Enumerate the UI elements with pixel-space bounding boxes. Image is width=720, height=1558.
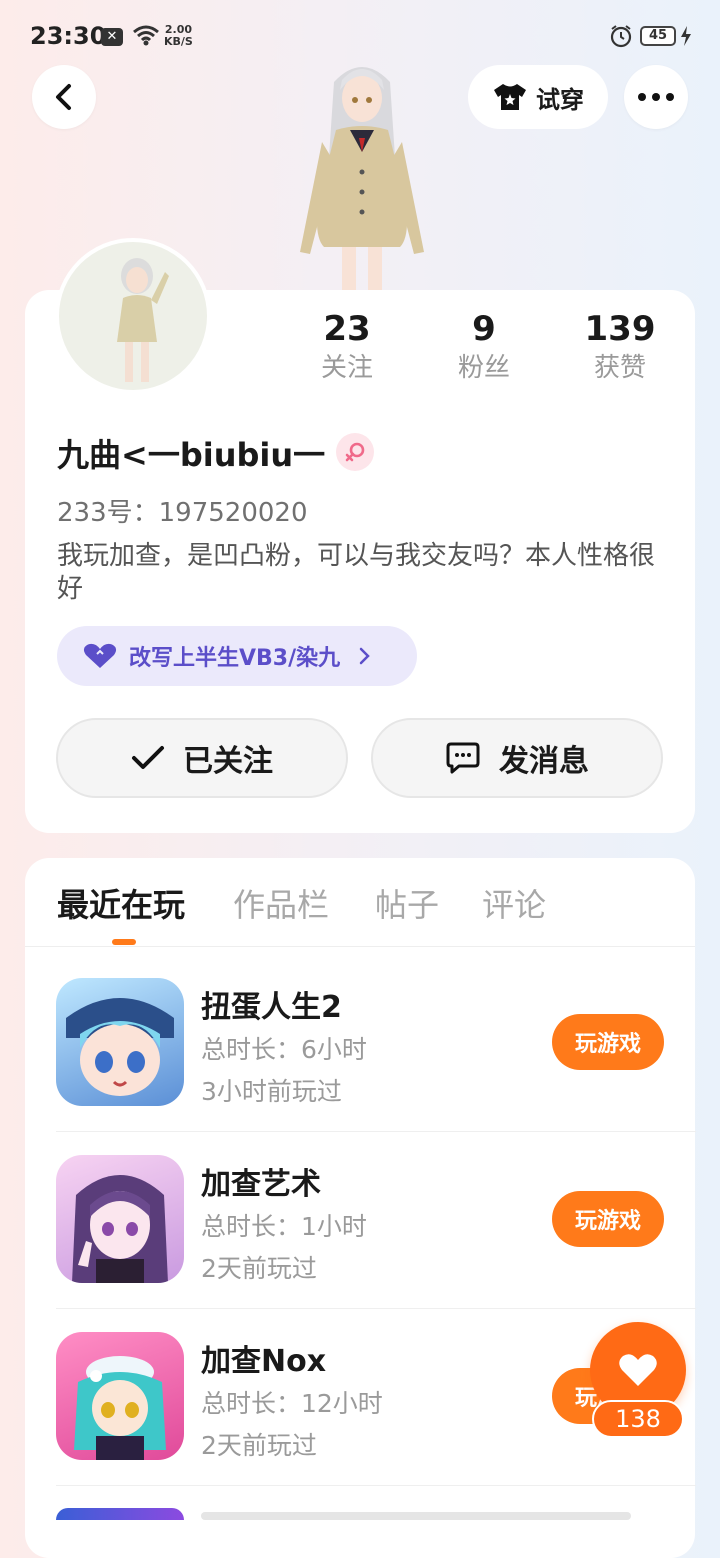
game-last-played: 2天前玩过 <box>201 1254 317 1283</box>
stat-followers-value: 9 <box>472 309 496 349</box>
stat-likes-label: 获赞 <box>593 353 646 383</box>
chevron-right-icon <box>359 647 370 665</box>
game-name: 扭蛋人生2 <box>201 990 342 1025</box>
character-figure <box>300 67 424 292</box>
back-button[interactable] <box>32 65 96 129</box>
network-speed: 2.00 KB/S <box>164 24 193 48</box>
stat-following-label: 关注 <box>320 353 373 383</box>
try-on-label: 试穿 <box>536 85 584 114</box>
status-time: 23:30 <box>30 22 107 50</box>
tab-works[interactable]: 作品栏 <box>233 880 329 926</box>
stat-following-value: 23 <box>323 309 371 349</box>
play-game-button[interactable]: 玩游戏 <box>552 1014 664 1070</box>
row-divider <box>56 1485 696 1486</box>
charging-icon <box>681 26 691 46</box>
profile-stats: 23 关注 9 粉丝 139 获赞 <box>300 308 690 398</box>
stat-followers-label: 粉丝 <box>457 353 510 383</box>
tab-divider <box>25 946 695 947</box>
avatar-figure-icon <box>117 258 169 382</box>
stat-followers[interactable]: 9 粉丝 <box>424 308 544 386</box>
game-name: 加查艺术 <box>201 1167 321 1202</box>
game-last-played: 3小时前玩过 <box>201 1077 342 1106</box>
game-icon[interactable] <box>56 1332 184 1460</box>
user-id: 233号：197520020 <box>57 498 308 528</box>
back-icon <box>56 84 71 110</box>
list-item-game[interactable]: 加查艺术 总时长：1小时 2天前玩过 玩游戏 <box>56 1155 696 1309</box>
heart-icon <box>619 1354 657 1386</box>
tshirt-icon <box>494 84 526 110</box>
game-total-time: 总时长：6小时 <box>201 1035 367 1064</box>
like-count: 138 <box>592 1400 684 1438</box>
heart-icon <box>83 643 117 668</box>
tab-comments[interactable]: 评论 <box>482 880 546 926</box>
relationship-tag-label: 改写上半生VB3/染九 <box>129 646 341 671</box>
game-name: 加查Nox <box>201 1344 327 1379</box>
row-divider <box>56 1308 696 1309</box>
avatar[interactable] <box>55 238 211 394</box>
stat-likes-value: 139 <box>584 309 656 349</box>
female-gender-icon <box>336 433 374 471</box>
user-bio: 我玩加查，是凹凸粉，可以与我交友吗？本人性格很好 <box>57 541 656 604</box>
stat-likes[interactable]: 139 获赞 <box>560 308 680 386</box>
tab-posts[interactable]: 帖子 <box>375 880 439 926</box>
game-name-placeholder <box>201 1512 631 1520</box>
game-icon[interactable] <box>56 978 184 1106</box>
username: 九曲<一biubiu一 <box>57 436 326 474</box>
game-icon[interactable] <box>56 1155 184 1283</box>
followed-button[interactable]: 已关注 <box>56 718 348 798</box>
send-message-label: 发消息 <box>499 744 589 779</box>
game-total-time: 总时长：1小时 <box>201 1212 367 1241</box>
network-speed-unit: KB/S <box>164 35 193 48</box>
check-icon <box>132 746 164 769</box>
chat-bubble-icon <box>446 742 480 774</box>
send-message-button[interactable]: 发消息 <box>371 718 663 798</box>
stat-following[interactable]: 23 关注 <box>287 308 407 386</box>
more-button[interactable] <box>624 65 688 129</box>
wifi-icon <box>133 25 159 46</box>
followed-label: 已关注 <box>183 744 273 779</box>
tab-recently-played[interactable]: 最近在玩 <box>57 880 185 926</box>
list-item-game[interactable]: 扭蛋人生2 总时长：6小时 3小时前玩过 玩游戏 <box>56 978 696 1132</box>
battery-icon: 45 <box>640 26 676 46</box>
game-last-played: 2天前玩过 <box>201 1431 317 1460</box>
list-item-peek <box>56 1508 656 1520</box>
game-icon <box>56 1508 184 1520</box>
more-icon <box>638 93 674 101</box>
avatar-image <box>59 242 207 390</box>
tab-indicator <box>112 939 136 945</box>
alarm-icon <box>610 25 632 48</box>
notification-x-icon: ✕ <box>101 28 123 46</box>
try-on-button[interactable]: 试穿 <box>468 65 608 129</box>
row-divider <box>56 1131 696 1132</box>
relationship-tag[interactable]: 改写上半生VB3/染九 <box>57 626 417 686</box>
play-game-button[interactable]: 玩游戏 <box>552 1191 664 1247</box>
game-total-time: 总时长：12小时 <box>201 1389 383 1418</box>
